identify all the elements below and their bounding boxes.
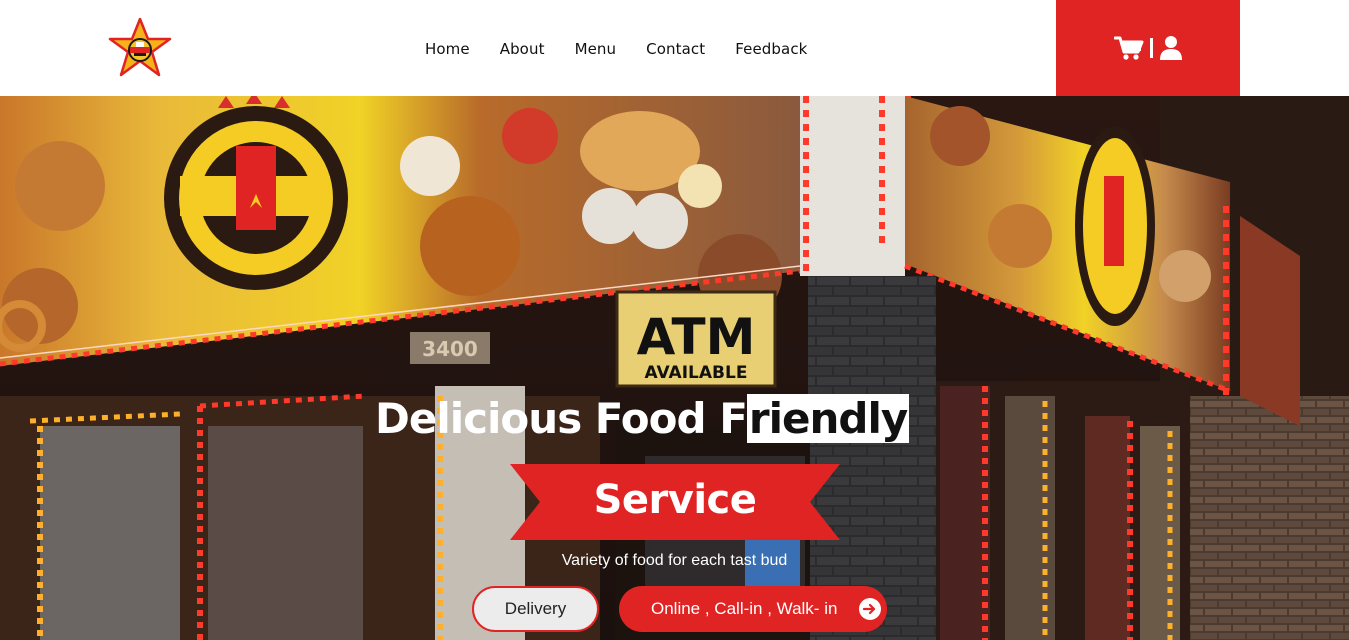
hero-tagline: Variety of food for each tast bud <box>561 552 788 569</box>
order-options-button[interactable]: Online , Call-in , Walk- in <box>619 586 887 632</box>
star-gyros-logo-icon <box>108 17 172 77</box>
nav-about-link[interactable]: About <box>500 40 545 58</box>
delivery-button[interactable]: Delivery <box>472 586 599 632</box>
hero-section: ATM AVAILABLE 3400 Delicious Food Friend… <box>0 96 1349 640</box>
atm-sign-title: ATM <box>637 308 756 366</box>
brand-logo[interactable] <box>108 17 172 79</box>
cart-icon[interactable] <box>1113 35 1144 61</box>
nav-menu-link[interactable]: Menu <box>575 40 617 58</box>
hero-headline-text: Delicious Food F <box>375 394 748 443</box>
street-number: 3400 <box>422 337 478 361</box>
atm-sign-subtitle: AVAILABLE <box>645 363 748 383</box>
nav-contact-link[interactable]: Contact <box>646 40 705 58</box>
header-actions <box>1056 0 1240 96</box>
actions-divider <box>1149 38 1153 58</box>
arrow-right-icon <box>859 598 881 620</box>
site-header: Home About Menu Contact Feedback <box>0 0 1349 96</box>
user-icon[interactable] <box>1159 35 1183 61</box>
hero-headline-highlight: riendly <box>746 394 910 443</box>
nav-home-link[interactable]: Home <box>425 40 470 58</box>
main-nav: Home About Menu Contact Feedback <box>425 38 807 60</box>
nav-feedback-link[interactable]: Feedback <box>735 40 807 58</box>
hero-headline: Delicious Food Friendly <box>375 390 910 448</box>
order-options-label: Online , Call-in , Walk- in <box>651 599 838 618</box>
service-banner-label: Service <box>593 477 757 523</box>
